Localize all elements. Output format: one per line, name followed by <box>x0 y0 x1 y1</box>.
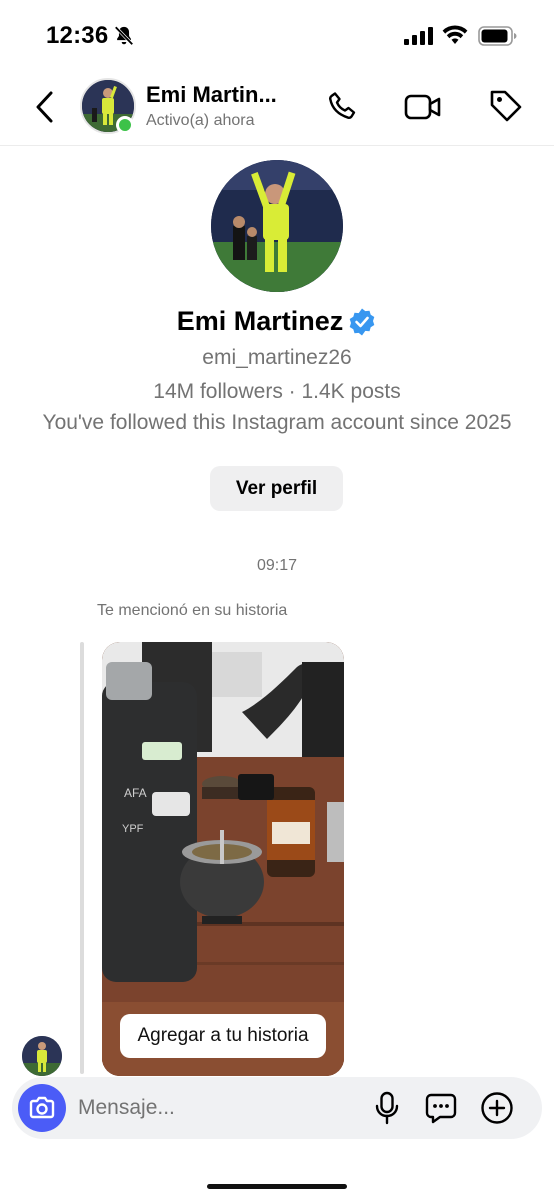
view-profile-button[interactable]: Ver perfil <box>210 466 343 511</box>
contact-status: Activo(a) ahora <box>146 112 255 129</box>
signal-icon <box>404 27 433 45</box>
profile-photo <box>211 160 343 292</box>
sender-avatar[interactable] <box>22 1036 62 1076</box>
story-mention-label: Te mencionó en su historia <box>97 602 288 619</box>
plus-icon[interactable] <box>480 1091 514 1125</box>
profile-name-row: Emi Martinez <box>0 306 554 337</box>
profile-name: Emi Martinez <box>176 306 344 336</box>
online-indicator <box>116 116 134 134</box>
tag-icon[interactable] <box>488 88 524 124</box>
bell-slash-icon <box>114 26 134 46</box>
svg-text:AFA: AFA <box>124 786 147 800</box>
profile-stats: 14M followers · 1.4K posts <box>153 380 401 403</box>
mic-icon[interactable] <box>372 1091 402 1125</box>
phone-icon[interactable] <box>326 90 360 124</box>
profile-avatar[interactable] <box>211 160 343 292</box>
back-icon[interactable] <box>32 90 58 124</box>
home-indicator <box>207 1184 347 1189</box>
chat-header: Emi Martin... Activo(a) ahora <box>0 70 554 146</box>
message-timestamp: 09:17 <box>256 557 298 574</box>
sender-avatar-photo <box>22 1036 62 1076</box>
verified-badge-icon <box>349 308 375 335</box>
contact-name[interactable]: Emi Martin... <box>146 82 296 108</box>
wifi-icon <box>442 25 468 44</box>
reply-bar <box>80 642 84 1074</box>
battery-icon <box>478 26 517 46</box>
add-to-story-button[interactable]: Agregar a tu historia <box>120 1014 326 1058</box>
message-composer <box>12 1077 542 1139</box>
message-input[interactable] <box>78 1091 358 1125</box>
video-icon[interactable] <box>404 92 442 122</box>
camera-icon <box>29 1096 55 1119</box>
story-mention-card[interactable]: AFA YPF <box>102 642 344 1076</box>
story-image: AFA YPF <box>102 642 344 1076</box>
status-bar: 12:36 <box>0 0 554 70</box>
camera-button[interactable] <box>18 1084 66 1132</box>
svg-text:YPF: YPF <box>122 823 144 835</box>
profile-username: emi_martinez26 <box>202 346 352 369</box>
follow-since-text: You've followed this Instagram account s… <box>42 411 512 434</box>
sticker-icon[interactable] <box>424 1091 458 1125</box>
status-time: 12:36 <box>46 22 109 49</box>
